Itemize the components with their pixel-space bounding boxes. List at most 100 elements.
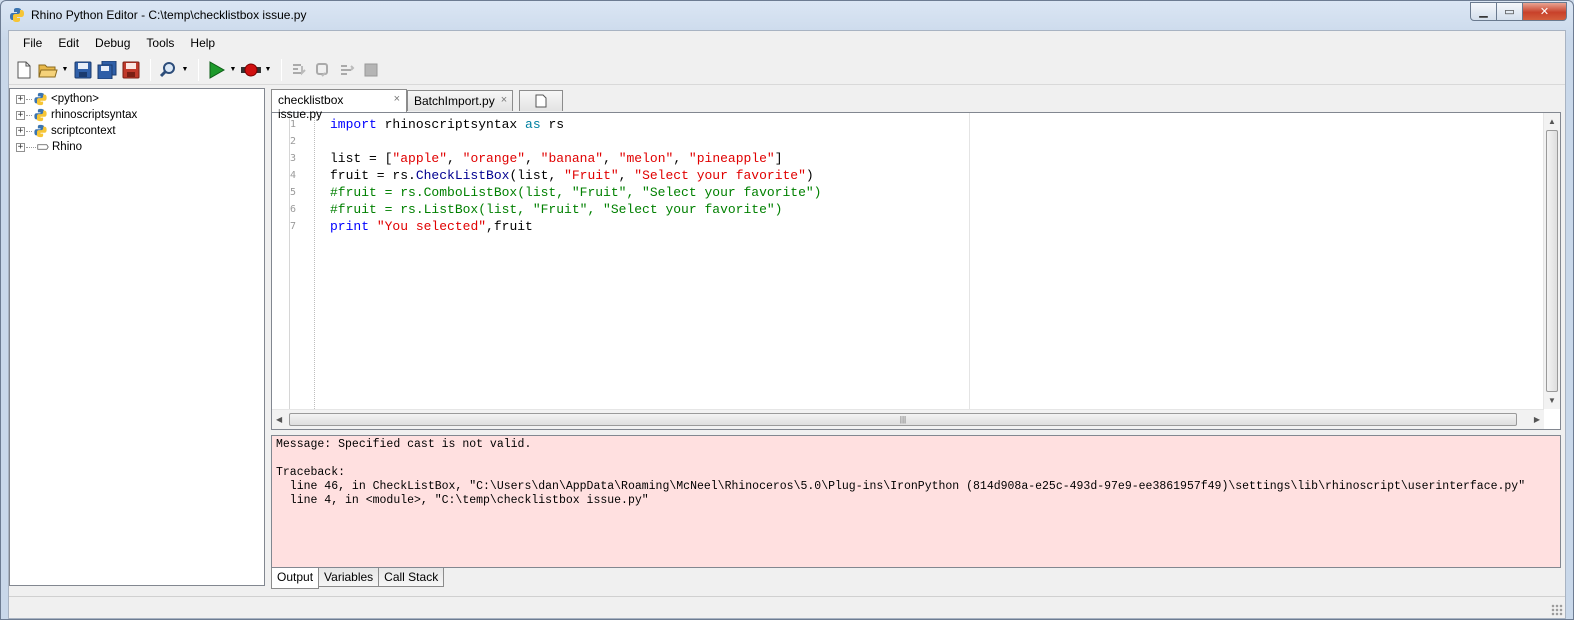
python-icon	[34, 108, 47, 122]
step-out-icon	[341, 64, 355, 75]
save-button[interactable]	[72, 59, 94, 81]
code-line[interactable]: print "You selected",fruit	[330, 218, 821, 235]
code-token: ,	[673, 151, 689, 166]
menu-tools[interactable]: Tools	[138, 33, 182, 53]
vertical-scrollbar[interactable]: ▲ ▼	[1543, 113, 1560, 409]
resize-grip-icon[interactable]	[1551, 604, 1563, 616]
code-token: "Select your favorite"	[634, 168, 806, 183]
tree-connector	[26, 114, 32, 116]
maximize-button[interactable]: ▭	[1496, 2, 1523, 21]
breakpoint-dropdown-arrow[interactable]: ▼	[264, 59, 272, 81]
find-button[interactable]	[157, 59, 179, 81]
tab-close-icon[interactable]: ×	[394, 93, 400, 105]
toolbar-separator	[198, 58, 199, 81]
step-into-button[interactable]	[288, 59, 310, 81]
tree-item-label: scriptcontext	[51, 125, 116, 137]
expand-icon[interactable]: +	[16, 126, 25, 136]
code-token: rhinoscriptsyntax	[376, 117, 526, 132]
code-token: print	[330, 219, 370, 234]
line-number: 7	[290, 221, 297, 232]
vertical-scroll-thumb[interactable]	[1546, 130, 1558, 392]
scroll-up-icon[interactable]: ▲	[1548, 117, 1556, 126]
code-line[interactable]: import rhinoscriptsyntax as rs	[330, 116, 821, 133]
menu-file[interactable]: File	[15, 33, 50, 53]
code-token: "You selected"	[376, 219, 487, 234]
output-pane[interactable]: Message: Specified cast is not valid. Tr…	[271, 435, 1561, 568]
code-token: ,	[447, 151, 463, 166]
tree-item-rhino[interactable]: + Rhino	[10, 139, 264, 155]
save-all-icon	[97, 60, 117, 79]
run-button[interactable]	[205, 59, 227, 81]
code-token: "Fruit"	[564, 168, 619, 183]
tab-batchimport[interactable]: BatchImport.py ×	[407, 90, 513, 111]
tab-checklistbox-issue[interactable]: checklistbox issue.py ×	[271, 89, 407, 121]
step-out-button[interactable]	[336, 59, 358, 81]
tree-item-rhinoscriptsyntax[interactable]: + rhinoscriptsyntax	[10, 107, 264, 123]
minimize-icon: ▁	[1479, 6, 1488, 18]
tab-call-stack[interactable]: Call Stack	[378, 568, 445, 587]
code-line[interactable]: #fruit = rs.ComboListBox(list, "Fruit", …	[330, 184, 821, 201]
new-file-icon	[17, 61, 31, 78]
tab-close-icon[interactable]: ×	[501, 94, 507, 106]
new-tab-button[interactable]	[519, 90, 563, 111]
close-button[interactable]: ✕	[1522, 2, 1567, 21]
menu-help[interactable]: Help	[182, 33, 223, 53]
tree-item-python[interactable]: + <python>	[10, 91, 264, 107]
expand-icon[interactable]: +	[16, 94, 25, 104]
code-token: "orange"	[462, 151, 526, 166]
breakpoint-button[interactable]	[240, 59, 262, 81]
tree-item-scriptcontext[interactable]: + scriptcontext	[10, 123, 264, 139]
menu-edit[interactable]: Edit	[50, 33, 87, 53]
editor-gutter	[272, 113, 290, 409]
find-dropdown-arrow[interactable]: ▼	[181, 59, 189, 81]
line-number: 2	[290, 136, 297, 147]
tree-item-label: <python>	[51, 93, 99, 105]
code-line[interactable]: #fruit = rs.ListBox(list, "Fruit", "Sele…	[330, 201, 821, 218]
code-token: #fruit = rs.ListBox(list, "Fruit", "Sele…	[330, 202, 783, 217]
close-icon: ✕	[1539, 6, 1550, 18]
output-line: Traceback:	[276, 466, 346, 479]
code-line[interactable]	[330, 133, 821, 150]
tab-label: BatchImport.py	[414, 94, 495, 108]
output-line: Message: Specified cast is not valid.	[276, 438, 532, 451]
tab-output[interactable]: Output	[271, 568, 320, 589]
code-token: "apple"	[392, 151, 448, 166]
horizontal-scrollbar[interactable]: ◀ ||| ▶	[272, 409, 1544, 429]
code-editor[interactable]: 1 2 3 4 5 6 7 import rhinoscriptsyntax a…	[271, 112, 1561, 430]
tree-connector	[26, 98, 32, 100]
tab-variables[interactable]: Variables	[318, 568, 380, 587]
tree-item-label: Rhino	[52, 141, 83, 153]
code-line[interactable]: fruit = rs.CheckListBox(list, "Fruit", "…	[330, 167, 821, 184]
new-file-button[interactable]	[13, 59, 35, 81]
scroll-right-icon[interactable]: ▶	[1534, 415, 1540, 424]
code-text[interactable]: import rhinoscriptsyntax as rs list = ["a…	[330, 116, 821, 235]
run-dropdown-arrow[interactable]: ▼	[229, 59, 237, 81]
horizontal-scroll-thumb[interactable]: |||	[289, 413, 1517, 426]
scroll-left-icon[interactable]: ◀	[276, 415, 282, 424]
code-line[interactable]: list = ["apple", "orange", "banana", "me…	[330, 150, 821, 167]
open-dropdown-arrow[interactable]: ▼	[61, 59, 69, 81]
code-token: as	[525, 117, 541, 132]
open-file-button[interactable]	[37, 59, 59, 81]
code-token: "melon"	[618, 151, 674, 166]
window-controls: ▁ ▭ ✕	[1470, 2, 1567, 21]
code-token: list = [	[330, 151, 393, 166]
save-as-button[interactable]	[120, 59, 142, 81]
expand-icon[interactable]: +	[16, 110, 25, 120]
stop-icon	[364, 63, 378, 76]
code-token: ]	[774, 151, 783, 166]
save-all-button[interactable]	[96, 59, 118, 81]
step-into-icon	[293, 63, 306, 75]
step-over-button[interactable]	[312, 59, 334, 81]
scroll-down-icon[interactable]: ▼	[1548, 396, 1556, 405]
expand-icon[interactable]: +	[16, 142, 25, 152]
stop-button[interactable]	[360, 59, 382, 81]
title-bar[interactable]: Rhino Python Editor - C:\temp\checklistb…	[1, 1, 1573, 29]
breakpoint-icon	[241, 63, 261, 76]
minimize-button[interactable]: ▁	[1470, 2, 1497, 21]
save-as-icon	[122, 61, 140, 78]
menu-debug[interactable]: Debug	[87, 33, 138, 53]
output-line: line 4, in <module>, "C:\temp\checklistb…	[276, 494, 649, 507]
